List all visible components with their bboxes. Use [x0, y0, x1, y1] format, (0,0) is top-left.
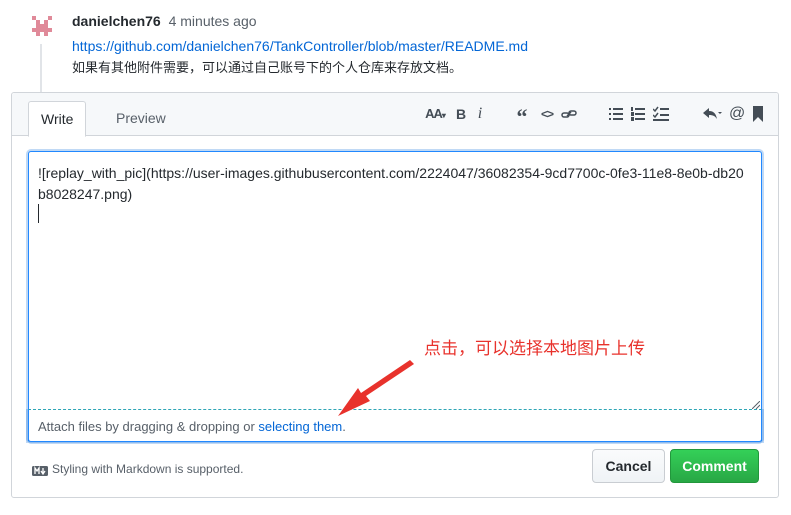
task-list-icon[interactable]	[653, 103, 671, 125]
attach-text: Attach files by dragging & dropping or	[38, 419, 259, 434]
ordered-list-icon[interactable]	[631, 103, 647, 125]
unordered-list-icon[interactable]	[609, 103, 625, 125]
link-icon[interactable]	[561, 103, 579, 125]
comment-header: danielchen76 4 minutes ago	[72, 12, 257, 30]
tab-write[interactable]: Write	[28, 101, 87, 137]
comment-link[interactable]: https://github.com/danielchen76/TankCont…	[72, 37, 528, 55]
italic-icon[interactable]: i	[474, 103, 486, 125]
cancel-button[interactable]: Cancel	[592, 449, 665, 483]
markdown-icon	[32, 465, 48, 476]
bold-icon[interactable]: B	[454, 103, 468, 125]
reply-icon[interactable]	[702, 103, 724, 125]
heading-icon[interactable]: AA▾	[421, 103, 449, 125]
markdown-note-text: Styling with Markdown is supported.	[52, 462, 244, 476]
code-icon[interactable]: <>	[538, 103, 556, 125]
quote-icon[interactable]: “	[514, 103, 530, 129]
textarea-content: ![replay_with_pic](https://user-images.g…	[38, 165, 744, 202]
text-caret	[38, 204, 39, 223]
annotation-text: 点击，可以选择本地图片上传	[424, 339, 645, 358]
avatar[interactable]	[28, 12, 56, 40]
comment-editor: Write Preview AA▾ B i “ <> @ ![replay_wi…	[11, 92, 779, 498]
markdown-note[interactable]: Styling with Markdown is supported.	[32, 462, 243, 476]
comment-time[interactable]: 4 minutes ago	[169, 13, 257, 29]
annotation-arrow-icon	[338, 360, 414, 416]
resize-handle-icon[interactable]	[752, 401, 760, 409]
editor-tabbar: Write Preview AA▾ B i “ <> @	[12, 93, 778, 137]
tab-preview[interactable]: Preview	[104, 101, 178, 137]
mention-icon[interactable]: @	[729, 103, 745, 125]
comment-button[interactable]: Comment	[670, 449, 759, 483]
comment-author[interactable]: danielchen76	[72, 13, 161, 29]
comment-text: 如果有其他附件需要，可以通过自己账号下的个人仓库来存放文档。	[72, 60, 463, 75]
bookmark-icon[interactable]	[752, 103, 766, 125]
timeline-line	[40, 44, 42, 94]
